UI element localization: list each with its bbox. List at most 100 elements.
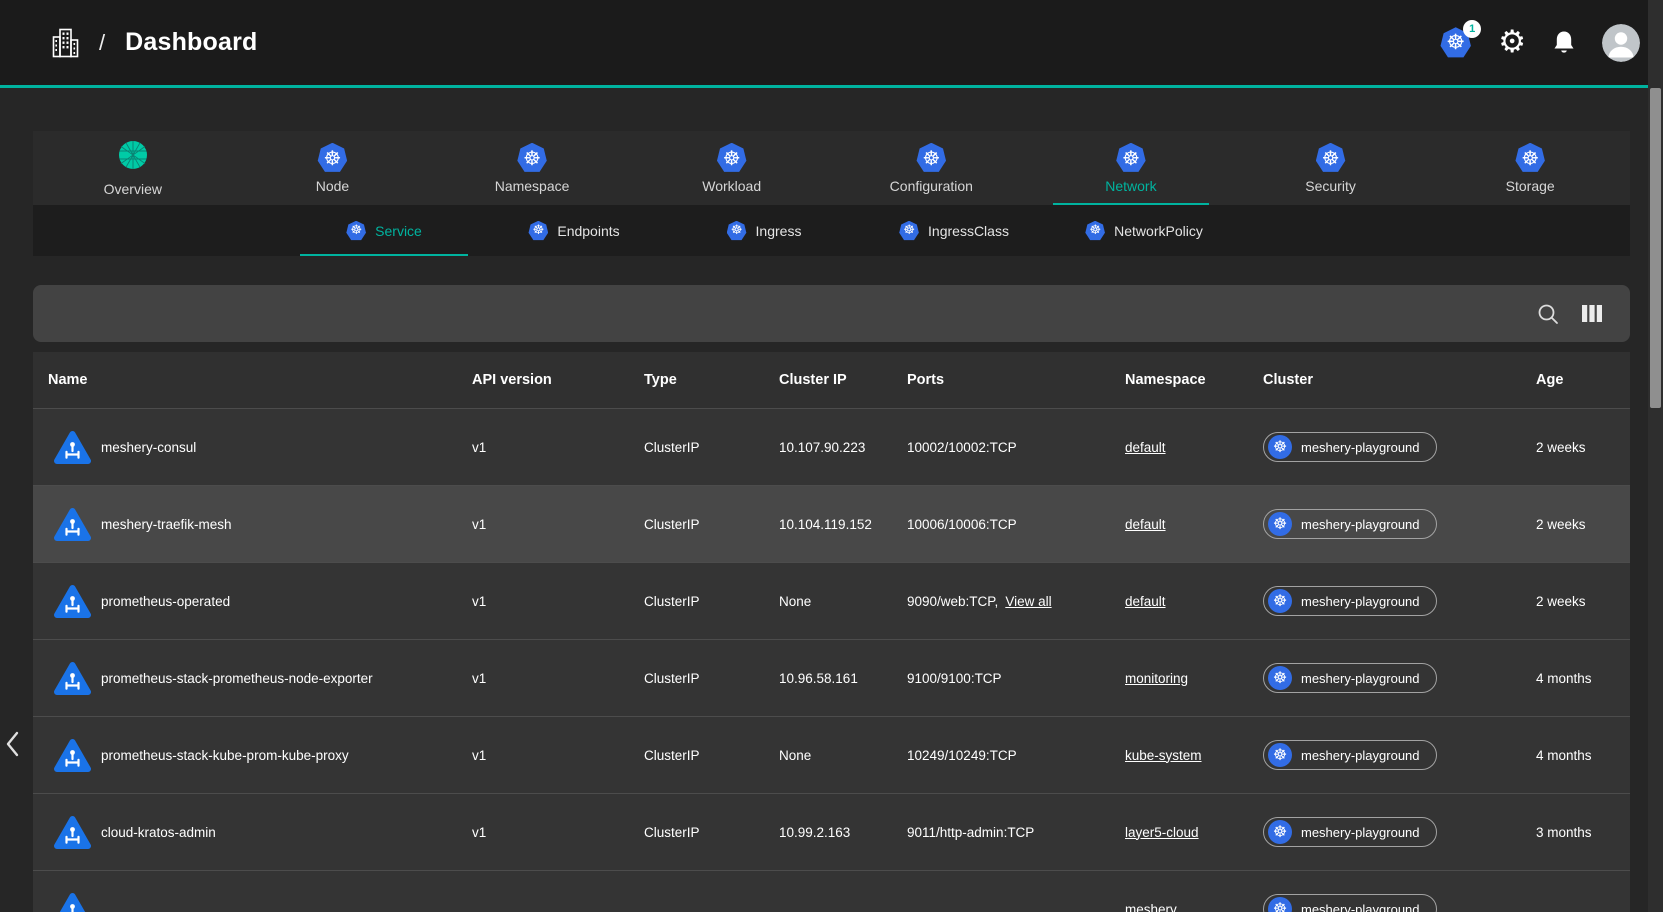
kubernetes-icon: ☸: [1268, 820, 1292, 844]
service-name: meshery-traefik-mesh: [101, 517, 232, 532]
table-toolbar: [33, 285, 1630, 342]
kubernetes-context-button[interactable]: ☸ 1: [1440, 27, 1471, 58]
namespace-link[interactable]: default: [1125, 517, 1166, 532]
type-cell: ClusterIP: [644, 748, 779, 763]
ports-cell: 9011/http-admin:TCP: [907, 825, 1125, 840]
search-icon[interactable]: [1537, 303, 1559, 325]
kubernetes-icon: ☸: [1268, 897, 1292, 912]
tab-label: Configuration: [890, 178, 973, 194]
table-row: meshery-traefik-mesh v1 ClusterIP 10.104…: [33, 485, 1630, 562]
cluster-chip[interactable]: ☸ meshery-playground: [1263, 817, 1437, 847]
drawer-collapse-button[interactable]: [2, 726, 24, 762]
age-cell: 2 weeks: [1536, 594, 1630, 609]
kubernetes-icon: ☸: [1268, 743, 1292, 767]
services-table: NameAPI versionTypeCluster IPPortsNamesp…: [33, 352, 1630, 912]
page-title: Dashboard: [125, 28, 257, 57]
cluster-chip[interactable]: ☸ meshery-playground: [1263, 586, 1437, 616]
cluster-chip[interactable]: ☸ meshery-playground: [1263, 740, 1437, 770]
subtab-networkpolicy[interactable]: ☸ NetworkPolicy: [1049, 205, 1239, 256]
namespace-link[interactable]: monitoring: [1125, 671, 1188, 686]
settings-gear-icon[interactable]: ⚙: [1498, 27, 1526, 58]
service-resource-icon: [54, 738, 91, 772]
type-cell: ClusterIP: [644, 517, 779, 532]
scrollbar-thumb[interactable]: [1650, 88, 1661, 408]
cluster-ip-cell: 10.96.58.161: [779, 671, 907, 686]
column-header-cluster[interactable]: Cluster: [1263, 372, 1536, 388]
network-subtabs: ☸ Service ☸ Endpoints ☸ Ingress ☸ Ingres…: [33, 205, 1630, 256]
view-all-link[interactable]: View all: [1005, 594, 1051, 609]
kubernetes-icon: ☸: [727, 221, 747, 241]
kubernetes-icon: ☸: [1515, 143, 1545, 173]
table-row: meshery ☸ meshery-playground: [33, 870, 1630, 912]
namespace-link[interactable]: kube-system: [1125, 748, 1202, 763]
cluster-cell: ☸ meshery-playground: [1263, 817, 1536, 847]
tab-label: Node: [316, 178, 349, 194]
column-header-api-version[interactable]: API version: [472, 372, 644, 388]
kubernetes-icon: ☸: [1268, 666, 1292, 690]
column-header-cluster-ip[interactable]: Cluster IP: [779, 372, 907, 388]
app-header: / Dashboard ☸ 1 ⚙: [0, 0, 1663, 85]
type-cell: ClusterIP: [644, 671, 779, 686]
cluster-chip[interactable]: ☸ meshery-playground: [1263, 509, 1437, 539]
ports-cell: 9100/9100:TCP: [907, 671, 1125, 686]
tab-node[interactable]: ☸ Node: [233, 131, 433, 205]
kubernetes-icon: ☸: [916, 143, 946, 173]
subtab-service[interactable]: ☸ Service: [289, 205, 479, 256]
column-header-name[interactable]: Name: [33, 372, 472, 388]
tab-namespace[interactable]: ☸ Namespace: [432, 131, 632, 205]
namespace-link[interactable]: default: [1125, 594, 1166, 609]
cluster-ip-cell: None: [779, 748, 907, 763]
cluster-chip[interactable]: ☸ meshery-playground: [1263, 663, 1437, 693]
column-header-ports[interactable]: Ports: [907, 372, 1125, 388]
subtab-endpoints[interactable]: ☸ Endpoints: [479, 205, 669, 256]
tab-network[interactable]: ☸ Network: [1031, 131, 1231, 205]
cluster-cell: ☸ meshery-playground: [1263, 509, 1536, 539]
column-header-age[interactable]: Age: [1536, 372, 1630, 388]
cluster-chip[interactable]: ☸ meshery-playground: [1263, 894, 1437, 912]
service-resource-icon: [54, 661, 91, 695]
kubernetes-icon: ☸: [346, 221, 366, 241]
table-row: prometheus-stack-kube-prom-kube-proxy v1…: [33, 716, 1630, 793]
kubernetes-icon: ☸: [1085, 221, 1105, 241]
age-cell: 3 months: [1536, 825, 1630, 840]
tab-label: Namespace: [495, 178, 570, 194]
cluster-ip-cell: 10.107.90.223: [779, 440, 907, 455]
namespace-cell: default: [1125, 594, 1263, 609]
tab-security[interactable]: ☸ Security: [1231, 131, 1431, 205]
table-row: prometheus-stack-prometheus-node-exporte…: [33, 639, 1630, 716]
user-avatar[interactable]: [1602, 24, 1640, 62]
service-name: cloud-kratos-admin: [101, 825, 216, 840]
tab-label: Workload: [702, 178, 761, 194]
table-row: prometheus-operated v1 ClusterIP None 90…: [33, 562, 1630, 639]
tab-label: Storage: [1506, 178, 1555, 194]
kubernetes-icon: ☸: [717, 143, 747, 173]
column-header-namespace[interactable]: Namespace: [1125, 372, 1263, 388]
subtab-ingress[interactable]: ☸ Ingress: [669, 205, 859, 256]
cluster-cell: ☸ meshery-playground: [1263, 740, 1536, 770]
namespace-link[interactable]: layer5-cloud: [1125, 825, 1199, 840]
namespace-link[interactable]: default: [1125, 440, 1166, 455]
subtab-label: NetworkPolicy: [1114, 223, 1203, 239]
ports-cell: 10006/10006:TCP: [907, 517, 1125, 532]
column-header-type[interactable]: Type: [644, 372, 779, 388]
api-version-cell: v1: [472, 440, 644, 455]
notifications-bell-icon[interactable]: [1553, 30, 1575, 55]
columns-icon[interactable]: [1582, 305, 1602, 322]
scrollbar-track: [1648, 0, 1663, 912]
tab-storage[interactable]: ☸ Storage: [1430, 131, 1630, 205]
kubernetes-icon: ☸: [517, 143, 547, 173]
resource-tabs: Overview ☸ Node ☸ Namespace ☸ Workload ☸…: [33, 131, 1630, 205]
api-version-cell: v1: [472, 748, 644, 763]
api-version-cell: v1: [472, 517, 644, 532]
subtab-ingressclass[interactable]: ☸ IngressClass: [859, 205, 1049, 256]
kubernetes-dashboard-page: / Dashboard ☸ 1 ⚙: [0, 0, 1663, 912]
tab-configuration[interactable]: ☸ Configuration: [832, 131, 1032, 205]
kubernetes-icon: ☸: [1268, 512, 1292, 536]
cluster-name: meshery-playground: [1301, 517, 1420, 532]
age-cell: 4 months: [1536, 671, 1630, 686]
cluster-chip[interactable]: ☸ meshery-playground: [1263, 432, 1437, 462]
tab-workload[interactable]: ☸ Workload: [632, 131, 832, 205]
namespace-link[interactable]: meshery: [1125, 902, 1177, 912]
tab-overview[interactable]: Overview: [33, 131, 233, 205]
service-name: prometheus-stack-prometheus-node-exporte…: [101, 671, 373, 686]
